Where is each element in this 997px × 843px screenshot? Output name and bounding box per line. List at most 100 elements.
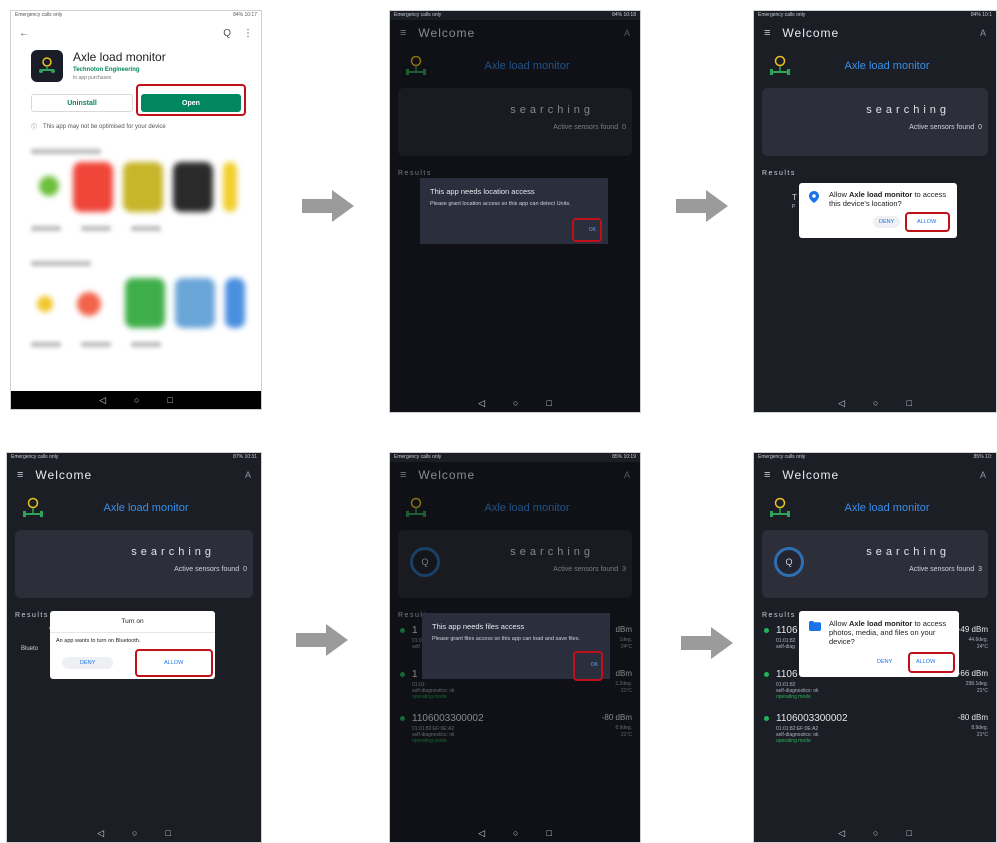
permission-text: Allow Axle load monitor to access this d…	[829, 190, 947, 208]
nav-back-icon[interactable]: ◁	[478, 398, 485, 409]
nav-back-icon[interactable]: ◁	[97, 828, 104, 839]
nav-recent-icon[interactable]: □	[906, 828, 911, 838]
developer-link[interactable]: Technoton Engineering	[73, 67, 166, 73]
page-title: Welcome	[782, 26, 840, 40]
recommended-apps-blurred	[11, 162, 261, 212]
nav-recent-icon[interactable]: □	[906, 398, 911, 408]
screen-play-store: Emergency calls only 84% 10:17 ← Q ⋮ Axl…	[10, 10, 262, 410]
suggested-apps-blurred	[11, 278, 261, 328]
nav-bar: ◁ ○ □	[754, 824, 996, 842]
menu-icon[interactable]: ≡	[764, 469, 770, 481]
nav-home-icon[interactable]: ○	[873, 398, 878, 408]
carrier-text: Emergency calls only	[394, 454, 442, 460]
brand-title: Axle load monitor	[844, 502, 930, 514]
status-bar: Emergency calls only 84% 10:1	[754, 11, 996, 20]
highlight-ok	[573, 651, 603, 681]
nav-back-icon[interactable]: ◁	[478, 828, 485, 839]
nav-bar: ◁ ○ □	[390, 824, 640, 842]
page-title: Welcome	[782, 468, 840, 482]
status-bar: Emergency calls only 84% 10:18	[390, 11, 640, 20]
highlight-allow	[905, 212, 950, 232]
highlight-allow	[908, 652, 955, 673]
status-info: 85% 10:19	[612, 454, 636, 460]
back-icon[interactable]: ←	[19, 28, 29, 39]
scan-panel: Q searching Active sensors found 3	[762, 530, 988, 598]
person-icon[interactable]: A	[980, 28, 986, 38]
status-info: 84% 10:1	[970, 12, 992, 18]
sensors-count: 3	[978, 566, 982, 573]
dialog-title: This app needs location access	[430, 187, 535, 196]
app-name-bold: Axle load monitor	[849, 619, 913, 628]
highlight-ok	[572, 218, 602, 242]
more-icon[interactable]: ⋮	[243, 28, 253, 39]
location-pin-icon	[809, 191, 819, 203]
status-bar: Emergency calls only 87% 10:31	[7, 453, 261, 462]
nav-recent-icon[interactable]: □	[546, 398, 551, 408]
dialog-message: An app wants to turn on Bluetooth.	[56, 638, 141, 644]
menu-icon[interactable]: ≡	[764, 27, 770, 39]
permission-text: Allow Axle load monitor to access photos…	[829, 619, 947, 646]
results-label: Results	[762, 170, 796, 177]
nav-back-icon[interactable]: ◁	[838, 828, 845, 839]
screen-files-request: Emergency calls only 85% 10:19 ≡ Welcome…	[389, 452, 641, 843]
nav-bar: ◁ ○ □	[7, 824, 261, 842]
app-title: Axle load monitor	[73, 50, 166, 64]
step-arrow-icon	[302, 190, 354, 222]
app-icon	[31, 50, 63, 82]
sensors-count: 0	[978, 124, 982, 131]
screen-files-permission: Emergency calls only 85% 10: ≡ Welcome A…	[753, 452, 997, 843]
deny-button[interactable]: DENY	[873, 216, 901, 228]
peek-text: p	[792, 203, 795, 209]
search-icon[interactable]: Q	[223, 28, 231, 39]
status-info: 84% 10:18	[612, 12, 636, 18]
person-icon[interactable]: A	[980, 470, 986, 480]
step-arrow-icon	[681, 627, 733, 659]
nav-back-icon[interactable]: ◁	[99, 395, 106, 406]
carrier-text: Emergency calls only	[758, 12, 806, 18]
online-dot	[764, 672, 769, 677]
axle-logo-icon	[770, 497, 790, 517]
folder-icon	[809, 621, 821, 631]
axle-logo-icon	[770, 55, 790, 75]
peek-text: T	[792, 193, 797, 202]
step-arrow-icon	[296, 624, 348, 656]
nav-recent-icon[interactable]: □	[546, 828, 551, 838]
status-info: 84% 10:17	[233, 12, 257, 18]
online-dot	[764, 628, 769, 633]
uninstall-button[interactable]: Uninstall	[31, 94, 133, 112]
screen-location-permission: Emergency calls only 84% 10:1 ≡ Welcome …	[753, 10, 997, 413]
deny-button[interactable]: DENY	[62, 657, 114, 669]
nav-back-icon[interactable]: ◁	[838, 398, 845, 409]
sensor-row[interactable]: 1106003300002 01:01:82:EF:0E:A2 self-diagn…	[754, 711, 996, 755]
warning-text: This app may not be optimised for your d…	[43, 123, 166, 130]
dialog-title: This app needs files access	[432, 622, 525, 631]
deny-button[interactable]: DENY	[877, 659, 892, 665]
step-arrow-icon	[676, 190, 728, 222]
nav-home-icon[interactable]: ○	[873, 828, 878, 838]
scan-panel: searching Active sensors found 0	[762, 88, 988, 156]
status-info: 87% 10:31	[233, 454, 257, 460]
highlight-open	[136, 84, 246, 116]
searching-text: searching	[131, 546, 215, 558]
sensors-found: Active sensors found 0	[174, 566, 247, 573]
sensors-count: 0	[243, 566, 247, 573]
nav-home-icon[interactable]: ○	[513, 398, 518, 408]
nav-recent-icon[interactable]: □	[165, 828, 170, 838]
person-icon[interactable]: A	[245, 470, 251, 480]
brand-title: Axle load monitor	[844, 60, 930, 72]
search-icon[interactable]: Q	[774, 547, 804, 577]
bluetooth-peek: Blueto	[21, 646, 39, 652]
app-name-bold: Axle load monitor	[849, 190, 913, 199]
sensors-found: Active sensors found 3	[909, 566, 982, 573]
optimisation-warning: ⓘ This app may not be optimised for your…	[11, 116, 261, 137]
nav-home-icon[interactable]: ○	[513, 828, 518, 838]
scan-panel: searching Active sensors found 0	[15, 530, 253, 598]
status-bar: Emergency calls only 85% 10:	[754, 453, 996, 462]
menu-icon[interactable]: ≡	[17, 469, 23, 481]
dialog-message: Please grant files access so this app ca…	[432, 636, 580, 642]
nav-recent-icon[interactable]: □	[167, 395, 172, 405]
page-title: Welcome	[35, 468, 93, 482]
nav-home-icon[interactable]: ○	[132, 828, 137, 838]
nav-bar: ◁ ○ □	[11, 391, 261, 409]
nav-home-icon[interactable]: ○	[134, 395, 139, 405]
